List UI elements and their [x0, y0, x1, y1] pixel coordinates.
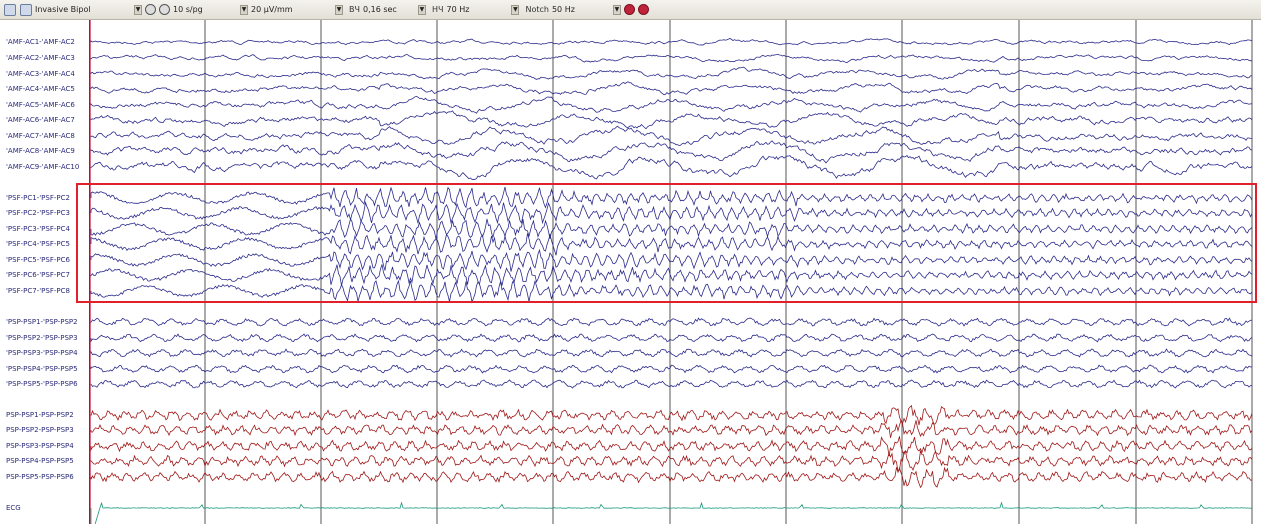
channel-trace — [91, 349, 1252, 357]
channel-label[interactable]: 'AMF-AC7-'AMF-AC8 — [6, 132, 75, 140]
channel-label[interactable]: 'PSP-PSP5-'PSP-PSP6 — [6, 380, 78, 388]
channel-label[interactable]: 'AMF-AC1-'AMF-AC2 — [6, 38, 75, 46]
channel-label[interactable]: 'AMF-AC3-'AMF-AC4 — [6, 70, 75, 78]
channel-label[interactable]: 'PSF-PC3-'PSF-PC4 — [6, 225, 70, 233]
channel-trace — [91, 503, 1252, 524]
channel-label[interactable]: 'AMF-AC8-'AMF-AC9 — [6, 147, 75, 155]
channel-label[interactable]: 'AMF-AC5-'AMF-AC6 — [6, 101, 75, 109]
channel-label[interactable]: PSP-PSP3-PSP-PSP4 — [6, 442, 74, 450]
channel-label[interactable]: 'AMF-AC6-'AMF-AC7 — [6, 116, 75, 124]
channel-trace — [91, 365, 1252, 373]
channel-label[interactable]: PSP-PSP5-PSP-PSP6 — [6, 473, 74, 481]
channel-label[interactable]: 'PSF-PC4-'PSF-PC5 — [6, 240, 70, 248]
channel-label[interactable]: 'PSP-PSP2-'PSP-PSP3 — [6, 334, 78, 342]
channel-trace — [91, 111, 1252, 129]
selection-rectangle — [76, 183, 1257, 303]
channel-label[interactable]: 'AMF-AC4-'AMF-AC5 — [6, 85, 75, 93]
channel-trace — [91, 55, 1252, 63]
channel-label[interactable]: 'PSF-PC5-'PSF-PC6 — [6, 256, 70, 264]
channel-label[interactable]: 'PSF-PC2-'PSF-PC3 — [6, 209, 70, 217]
channel-label[interactable]: 'PSP-PSP4-'PSP-PSP5 — [6, 365, 78, 373]
channel-trace — [91, 467, 1252, 487]
channel-label[interactable]: PSP-PSP4-PSP-PSP5 — [6, 457, 74, 465]
channel-trace — [91, 141, 1252, 163]
channel-trace — [91, 82, 1252, 95]
channel-label[interactable]: 'PSP-PSP3-'PSP-PSP4 — [6, 349, 78, 357]
channel-trace — [91, 318, 1252, 326]
channel-label[interactable]: 'AMF-AC9-'AMF-AC10 — [6, 163, 79, 171]
channel-label[interactable]: 'PSF-PC1-'PSF-PC2 — [6, 194, 70, 202]
channel-trace — [91, 96, 1252, 113]
channel-trace — [91, 451, 1252, 472]
channel-trace — [91, 67, 1252, 79]
channel-label[interactable]: 'PSP-PSP1-'PSP-PSP2 — [6, 318, 78, 326]
channel-trace — [91, 406, 1252, 425]
channel-trace — [91, 436, 1252, 456]
channel-trace — [91, 334, 1252, 342]
channel-trace — [91, 156, 1252, 180]
channel-label[interactable]: 'PSF-PC7-'PSF-PC8 — [6, 287, 70, 295]
channel-label[interactable]: PSP-PSP2-PSP-PSP3 — [6, 426, 74, 434]
channel-trace — [91, 420, 1252, 438]
channel-label[interactable]: 'AMF-AC2-'AMF-AC3 — [6, 54, 75, 62]
channel-label[interactable]: ECG — [6, 504, 21, 512]
channel-trace — [91, 380, 1252, 388]
channel-trace — [91, 38, 1252, 45]
channel-label[interactable]: 'PSF-PC6-'PSF-PC7 — [6, 271, 70, 279]
channel-label[interactable]: PSP-PSP1-PSP-PSP2 — [6, 411, 74, 419]
channel-trace — [91, 126, 1252, 145]
